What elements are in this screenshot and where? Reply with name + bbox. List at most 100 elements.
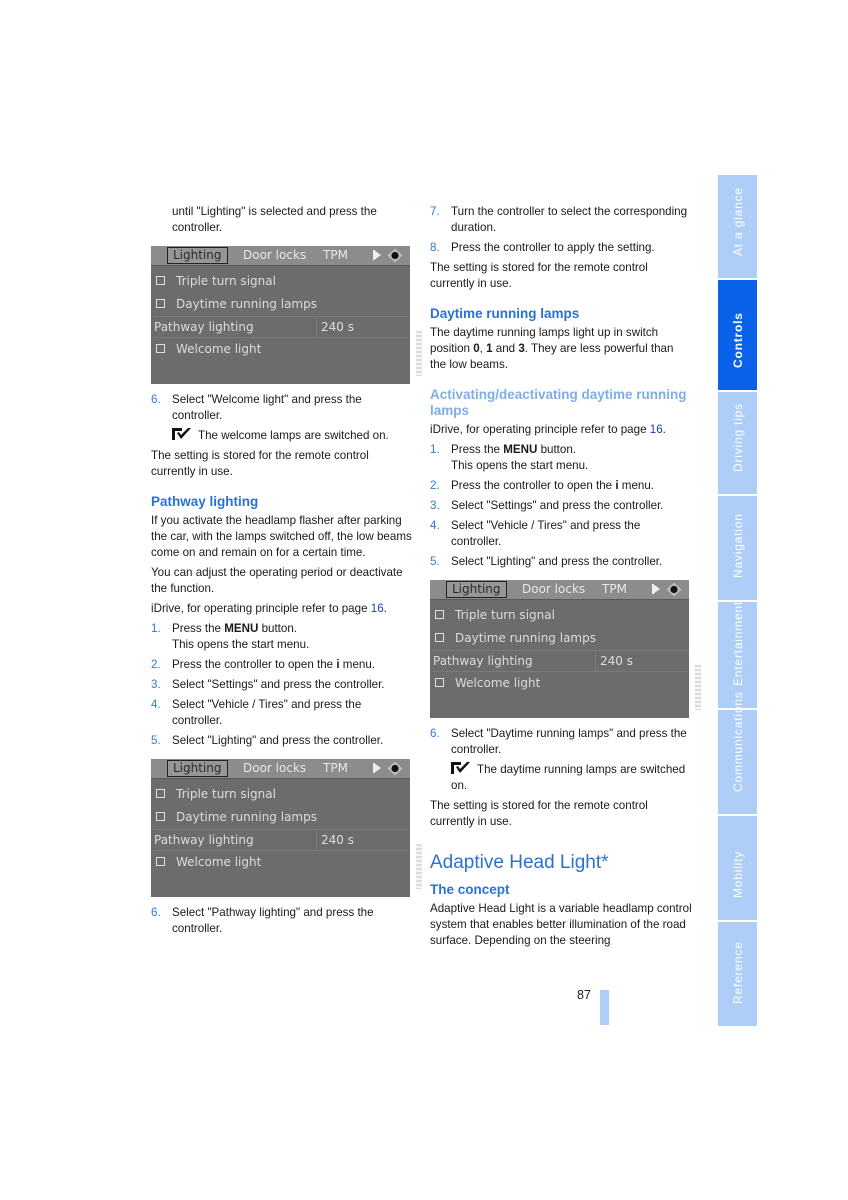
step-6-drl: 6. Select "Daytime running lamps" and pr… (430, 726, 692, 758)
row-value: 240 s (316, 317, 354, 337)
step-number: 7. (430, 205, 440, 218)
step-text: Press the controller to apply the settin… (451, 241, 655, 254)
step-number: 1. (151, 622, 161, 635)
sidebar-tab-label: Driving tips (730, 403, 745, 472)
checkbox-icon (435, 678, 444, 687)
drl-heading: Daytime running lamps (430, 306, 580, 321)
step-number: 8. (430, 241, 440, 254)
next-arrow-icon (374, 250, 381, 260)
screen-tab-door-locks: Door locks (243, 761, 307, 775)
menu-button-label: MENU (224, 622, 259, 635)
sidebar-tab-driving-tips[interactable]: Driving tips (718, 392, 757, 494)
sidebar-tab-communications[interactable]: Communications (718, 691, 757, 814)
step-number: 1. (430, 443, 440, 456)
step-number: 6. (151, 906, 161, 919)
sidebar-tab-label: Entertainment (730, 600, 745, 686)
ref-suffix: . (662, 423, 666, 436)
screen-tab-bar: Lighting Door locks TPM (151, 246, 410, 266)
step-text: Press the controller to open the (172, 658, 337, 671)
step-item: 1. Press the MENU button. This opens the s… (430, 442, 692, 474)
sidebar-tab-mobility[interactable]: Mobility (718, 816, 757, 920)
row-label: Triple turn signal (455, 608, 555, 622)
image-reference-code (695, 665, 701, 710)
screen-slot-1: Lighting Door locks TPM Triple turn sign… (151, 246, 422, 384)
ref-text: iDrive, for operating principle refer to… (430, 423, 650, 436)
image-reference-code (416, 844, 422, 889)
step-text: button. (537, 443, 577, 456)
row-label: Welcome light (455, 676, 541, 690)
screen-row-daytime-running-lamps: Daytime running lamps (434, 628, 596, 648)
sidebar-tab-label: Reference (730, 941, 745, 1004)
left-column: until "Lighting" is selected and press t… (151, 204, 422, 941)
step-text: Turn the controller to select the corres… (451, 205, 688, 234)
idrive-reference: iDrive, for operating principle refer to… (430, 422, 692, 438)
checkbox-icon (156, 857, 165, 866)
step-text: Select "Settings" and press the controll… (172, 678, 385, 691)
step-text: Select "Vehicle / Tires" and press the c… (172, 698, 362, 727)
step-text: Select "Daytime running lamps" and press… (451, 727, 687, 756)
step-number: 6. (430, 727, 440, 740)
step-8: 8. Press the controller to apply the set… (430, 240, 692, 256)
screen-tab-tpm: TPM (323, 761, 348, 775)
step-number: 6. (151, 393, 161, 406)
screen-row-welcome-light: Welcome light (434, 673, 540, 693)
page-link[interactable]: 16 (650, 423, 663, 436)
row-label: Welcome light (176, 855, 262, 869)
step-text: Select "Lighting" and press the controll… (172, 734, 384, 747)
idrive-screen-image: Lighting Door locks TPM Triple turn sign… (430, 580, 701, 718)
drl-paragraph: The daytime running lamps light up in sw… (430, 325, 692, 373)
ahl-heading: Adaptive Head Light* (430, 852, 609, 873)
step-subtext: This opens the start menu. (172, 638, 310, 651)
screen-tab-lighting: Lighting (167, 760, 228, 777)
screen-row-daytime-running-lamps: Daytime running lamps (155, 294, 317, 314)
step-subtext: This opens the start menu. (451, 459, 589, 472)
text: and (492, 342, 519, 355)
idrive-screen-image: Lighting Door locks TPM Triple turn sign… (151, 759, 422, 897)
stored-text-3: The setting is stored for the remote con… (430, 799, 648, 828)
step-text: Select "Pathway lighting" and press the … (172, 906, 374, 935)
stored-text-1: The setting is stored for the remote con… (151, 449, 369, 478)
sidebar-tab-navigation[interactable]: Navigation (718, 496, 757, 600)
screen-tab-lighting: Lighting (446, 581, 507, 598)
controller-icon (387, 248, 403, 263)
screen-row-triple-turn-signal: Triple turn signal (155, 271, 276, 291)
step-item: 4. Select "Vehicle / Tires" and press the… (151, 697, 413, 729)
screen-tab-bar: Lighting Door locks TPM (151, 759, 410, 779)
checkbox-icon (435, 633, 444, 642)
row-label: Triple turn signal (176, 787, 276, 801)
screen-row-daytime-running-lamps: Daytime running lamps (155, 807, 317, 827)
step-text: Press the (451, 443, 504, 456)
step-text: button. (258, 622, 298, 635)
row-label: Daytime running lamps (176, 810, 317, 824)
row-label: Pathway lighting (154, 320, 254, 334)
step-text: Select "Settings" and press the controll… (451, 499, 664, 512)
sidebar-tab-label: Communications (730, 691, 745, 792)
step-item: 4. Select "Vehicle / Tires" and press the… (430, 518, 692, 550)
step-text: menu. (339, 658, 376, 671)
step-number: 3. (151, 678, 161, 691)
note-text: The welcome lamps are switched on. (198, 429, 389, 442)
step-number: 5. (430, 555, 440, 568)
step-text: Press the (172, 622, 225, 635)
step-number: 5. (151, 734, 161, 747)
next-arrow-icon (653, 584, 660, 594)
controller-icon (666, 582, 682, 597)
row-label: Daytime running lamps (176, 297, 317, 311)
screen-row-welcome-light: Welcome light (155, 339, 261, 359)
screen-row-welcome-light: Welcome light (155, 852, 261, 872)
screen-row-triple-turn-signal: Triple turn signal (155, 784, 276, 804)
step-number: 3. (430, 499, 440, 512)
step-text: Select "Lighting" and press the controll… (451, 555, 663, 568)
image-reference-code (416, 331, 422, 376)
page-link[interactable]: 16 (371, 602, 384, 615)
step-item: 2. Press the controller to open the i men… (430, 478, 692, 494)
checkbox-icon (156, 812, 165, 821)
note-text: The daytime running lamps are switched o… (451, 763, 686, 792)
sidebar-tab-at-a-glance[interactable]: At a glance (718, 175, 757, 278)
sidebar-tab-controls[interactable]: Controls (718, 280, 757, 390)
checkmark-icon (172, 428, 191, 440)
step-item: 1. Press the MENU button. This opens the s… (151, 621, 413, 653)
step-item: 2. Press the controller to open the i men… (151, 657, 413, 673)
step-number: 2. (430, 479, 440, 492)
sidebar-tab-reference[interactable]: Reference (718, 922, 757, 1026)
